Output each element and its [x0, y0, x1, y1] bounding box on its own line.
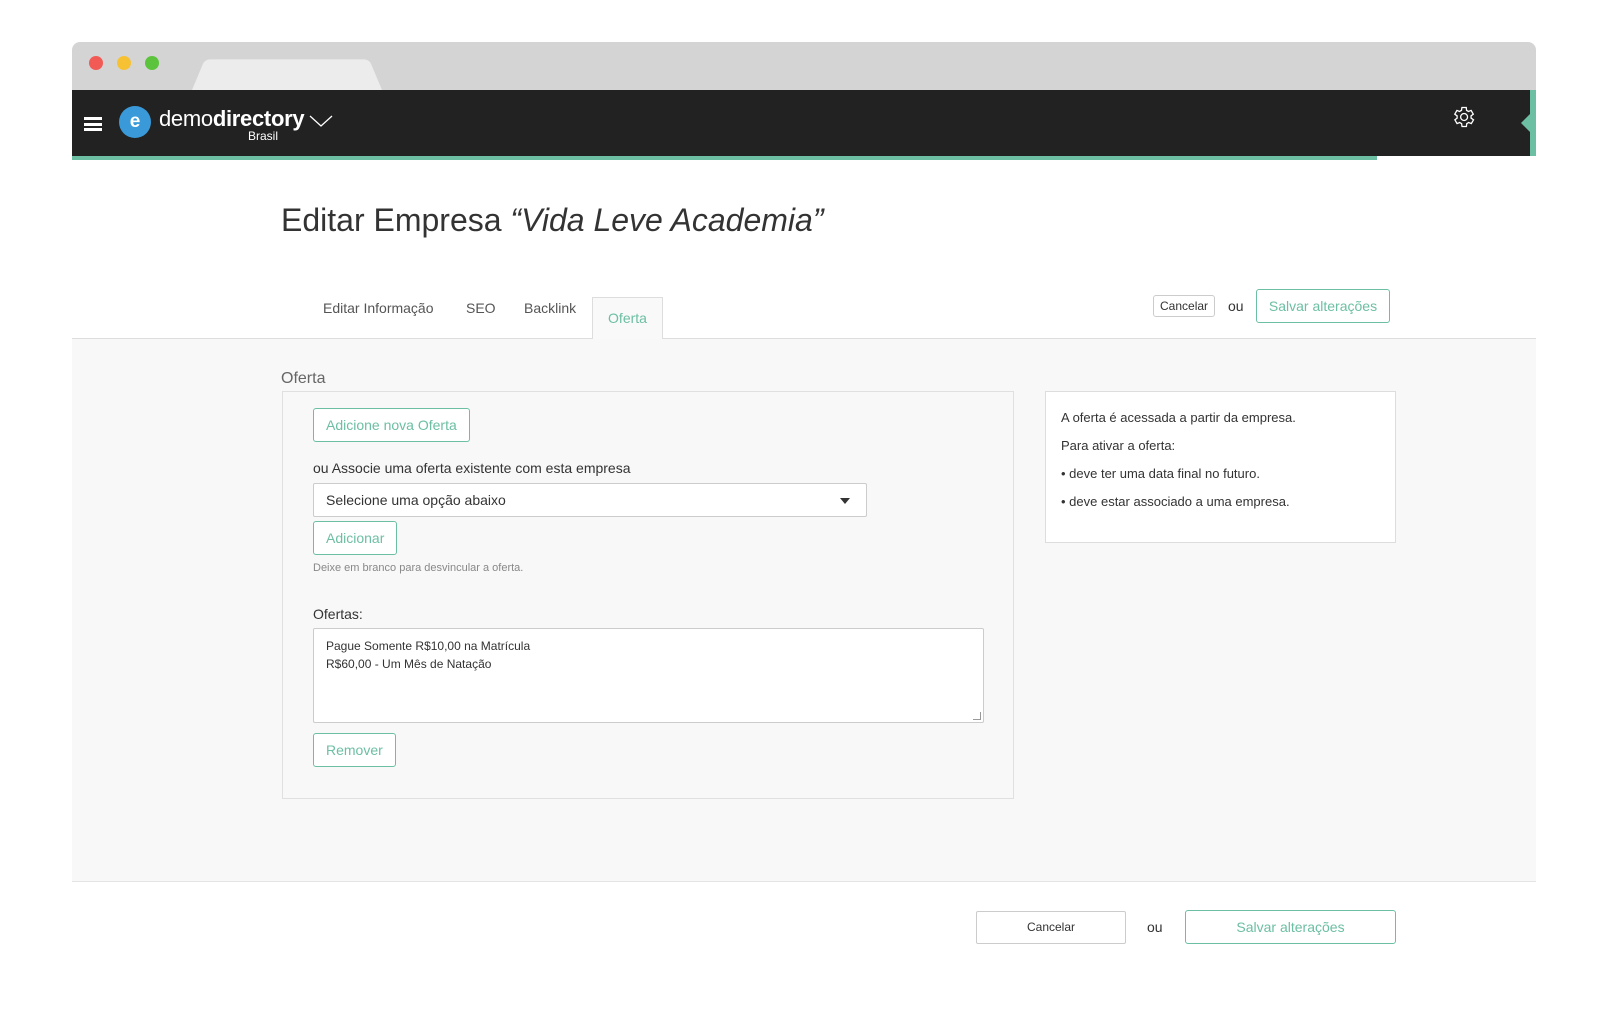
- logo-text: demodirectory: [159, 106, 305, 132]
- page-title: Editar Empresa “Vida Leve Academia”: [281, 202, 823, 239]
- settings-notch-icon: [1521, 114, 1530, 132]
- hamburger-menu-icon[interactable]: [84, 117, 102, 131]
- offer-info-box: A oferta é acessada a partir da empresa.…: [1045, 391, 1396, 543]
- logo-subtitle: Brasil: [248, 129, 279, 143]
- tabs-divider: [72, 338, 1536, 339]
- caret-down-icon: [840, 498, 850, 504]
- browser-titlebar: [72, 42, 1536, 90]
- info-line: • deve ter uma data final no futuro.: [1061, 466, 1260, 481]
- gear-icon[interactable]: [1450, 104, 1476, 130]
- list-item[interactable]: Pague Somente R$10,00 na Matrícula: [326, 637, 971, 655]
- or-label-top: ou: [1228, 298, 1244, 314]
- tab-seo[interactable]: SEO: [466, 300, 496, 316]
- remove-offer-button[interactable]: Remover: [313, 733, 396, 767]
- save-button-bottom[interactable]: Salvar alterações: [1185, 910, 1396, 944]
- logo-text-light: demo: [159, 106, 213, 131]
- close-window-button[interactable]: [89, 56, 103, 70]
- add-offer-button[interactable]: Adicionar: [313, 521, 398, 555]
- page-title-company: “Vida Leve Academia”: [510, 202, 824, 238]
- info-line: A oferta é acessada a partir da empresa.: [1061, 410, 1296, 425]
- tab-backlink[interactable]: Backlink: [524, 300, 576, 316]
- add-new-offer-button[interactable]: Adicione nova Oferta: [313, 408, 470, 442]
- save-button-top[interactable]: Salvar alterações: [1256, 289, 1390, 323]
- tab-editar-informacao[interactable]: Editar Informação: [323, 300, 434, 316]
- section-label-oferta: Oferta: [281, 370, 326, 387]
- resize-handle-icon[interactable]: [973, 712, 981, 720]
- page-title-prefix: Editar Empresa: [281, 202, 511, 238]
- tab-oferta[interactable]: Oferta: [592, 297, 663, 339]
- cancel-button-bottom[interactable]: Cancelar: [976, 911, 1126, 944]
- unlink-help-text: Deixe em branco para desvincular a ofert…: [313, 562, 524, 574]
- topbar-accent-line: [72, 156, 1377, 160]
- maximize-window-button[interactable]: [145, 56, 159, 70]
- logo-icon: e: [119, 106, 151, 138]
- settings-panel-handle[interactable]: [1530, 90, 1536, 156]
- offer-select-value: Selecione uma opção abaixo: [326, 492, 506, 508]
- or-label-bottom: ou: [1147, 919, 1163, 935]
- cancel-button-top[interactable]: Cancelar: [1153, 295, 1216, 317]
- offers-list[interactable]: Pague Somente R$10,00 na Matrícula R$60,…: [313, 628, 984, 723]
- logo-text-bold: directory: [212, 106, 305, 131]
- list-item[interactable]: R$60,00 - Um Mês de Natação: [326, 655, 971, 673]
- info-line: • deve estar associado a uma empresa.: [1061, 494, 1290, 509]
- chevron-down-icon[interactable]: [309, 114, 333, 128]
- info-line: Para ativar a oferta:: [1061, 438, 1176, 453]
- offer-select[interactable]: Selecione uma opção abaixo: [313, 483, 867, 517]
- offers-list-label: Ofertas:: [313, 606, 363, 622]
- associate-offer-label: ou Associe uma oferta existente com esta…: [313, 460, 631, 476]
- minimize-window-button[interactable]: [117, 56, 131, 70]
- browser-tab[interactable]: [192, 59, 382, 90]
